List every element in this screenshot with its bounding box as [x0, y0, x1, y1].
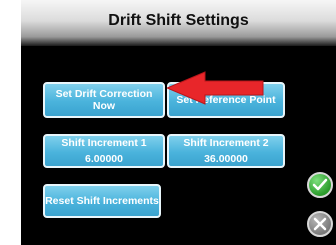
- set-drift-correction-label-1: Set Drift Correction: [55, 88, 153, 100]
- shift-increment-1-value: 6.00000: [85, 153, 123, 165]
- page-title: Drift Shift Settings: [108, 12, 249, 29]
- title-bar: Drift Shift Settings: [21, 0, 336, 46]
- set-drift-correction-button[interactable]: Set Drift Correction Now: [43, 82, 165, 118]
- shift-increment-1-button[interactable]: Shift Increment 1 6.00000: [43, 134, 165, 168]
- reset-shift-increments-button[interactable]: Reset Shift Increments: [43, 184, 161, 218]
- pointer-arrow-icon: [165, 70, 267, 111]
- shift-increment-1-label: Shift Increment 1: [61, 137, 147, 149]
- shift-increment-2-label: Shift Increment 2: [183, 137, 269, 149]
- check-icon[interactable]: [307, 172, 333, 198]
- shift-increment-2-button[interactable]: Shift Increment 2 36.00000: [167, 134, 285, 168]
- close-icon[interactable]: [307, 211, 333, 237]
- set-drift-correction-label-2: Now: [92, 100, 116, 112]
- shift-increment-2-value: 36.00000: [204, 153, 248, 165]
- display-screen: Drift Shift Settings Set Drift Correctio…: [21, 0, 336, 245]
- reset-shift-increments-label: Reset Shift Increments: [45, 195, 159, 207]
